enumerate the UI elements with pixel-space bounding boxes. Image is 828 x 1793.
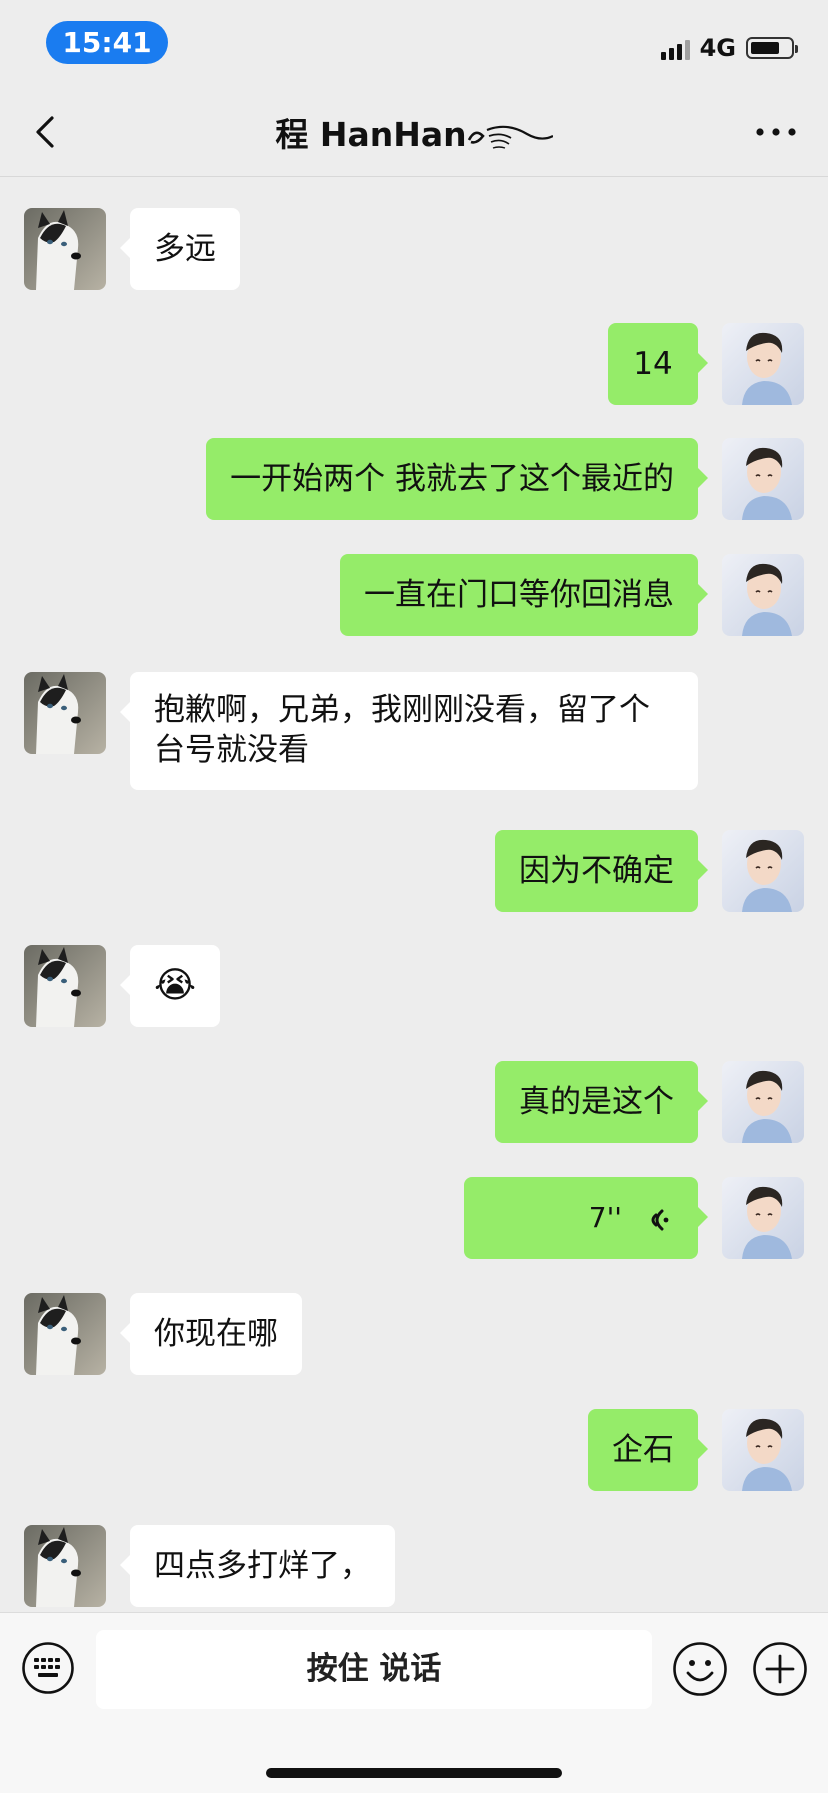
message-list[interactable]: 多远 14 一开始两个 我就去了这个最近的 一直在门口等你回消息 抱歉啊，兄弟，…	[0, 177, 828, 1612]
my-avatar[interactable]	[722, 438, 804, 520]
contact-avatar[interactable]	[24, 672, 106, 754]
status-bar: 15:41 4G	[0, 0, 828, 90]
message-bubble-incoming[interactable]: 抱歉啊，兄弟，我刚刚没看，留了个台号就没看	[120, 672, 698, 790]
emoji-icon[interactable]	[672, 1641, 728, 1697]
signal-icon	[660, 36, 690, 60]
network-type: 4G	[699, 34, 736, 62]
voice-duration: 7''	[588, 1201, 622, 1234]
more-icon[interactable]	[754, 120, 798, 144]
my-avatar[interactable]	[722, 1177, 804, 1259]
message-bubble-outgoing[interactable]: 一开始两个 我就去了这个最近的	[206, 438, 708, 520]
contact-avatar[interactable]	[24, 208, 106, 290]
my-avatar[interactable]	[722, 1061, 804, 1143]
message-bubble-incoming[interactable]: 四点多打烊了，	[120, 1525, 395, 1607]
message-bubble-incoming[interactable]: 你现在哪	[120, 1293, 302, 1375]
my-avatar[interactable]	[722, 1409, 804, 1491]
status-time: 15:41	[46, 21, 168, 64]
plus-icon[interactable]	[752, 1641, 808, 1697]
chat-header: 程 HanHan	[0, 90, 828, 177]
contact-avatar[interactable]	[24, 1293, 106, 1375]
input-bar: 按住 说话	[0, 1612, 828, 1793]
message-bubble-incoming[interactable]: 多远	[120, 208, 240, 290]
chat-title-wrap: 程 HanHan	[0, 108, 828, 156]
contact-avatar[interactable]	[24, 1525, 106, 1607]
message-bubble-emoji[interactable]: 😭	[120, 945, 220, 1027]
status-icons: 4G	[660, 34, 798, 62]
chat-title: 程 HanHan	[275, 115, 467, 154]
message-bubble-outgoing[interactable]: 一直在门口等你回消息	[340, 554, 708, 636]
message-bubble-outgoing[interactable]: 企石	[588, 1409, 708, 1491]
my-avatar[interactable]	[722, 323, 804, 405]
battery-icon	[746, 37, 798, 59]
keyboard-icon[interactable]	[21, 1641, 75, 1695]
voice-wave-icon	[651, 1209, 669, 1231]
voice-message-bubble[interactable]: 7''	[464, 1177, 708, 1259]
hold-to-talk-button[interactable]: 按住 说话	[96, 1630, 652, 1709]
my-avatar[interactable]	[722, 554, 804, 636]
message-bubble-outgoing[interactable]: 真的是这个	[495, 1061, 708, 1143]
home-indicator[interactable]	[266, 1768, 562, 1778]
my-avatar[interactable]	[722, 830, 804, 912]
contact-avatar[interactable]	[24, 945, 106, 1027]
message-bubble-outgoing[interactable]: 14	[608, 323, 708, 405]
message-bubble-outgoing[interactable]: 因为不确定	[495, 830, 708, 912]
title-swirl-glyph	[467, 125, 553, 149]
